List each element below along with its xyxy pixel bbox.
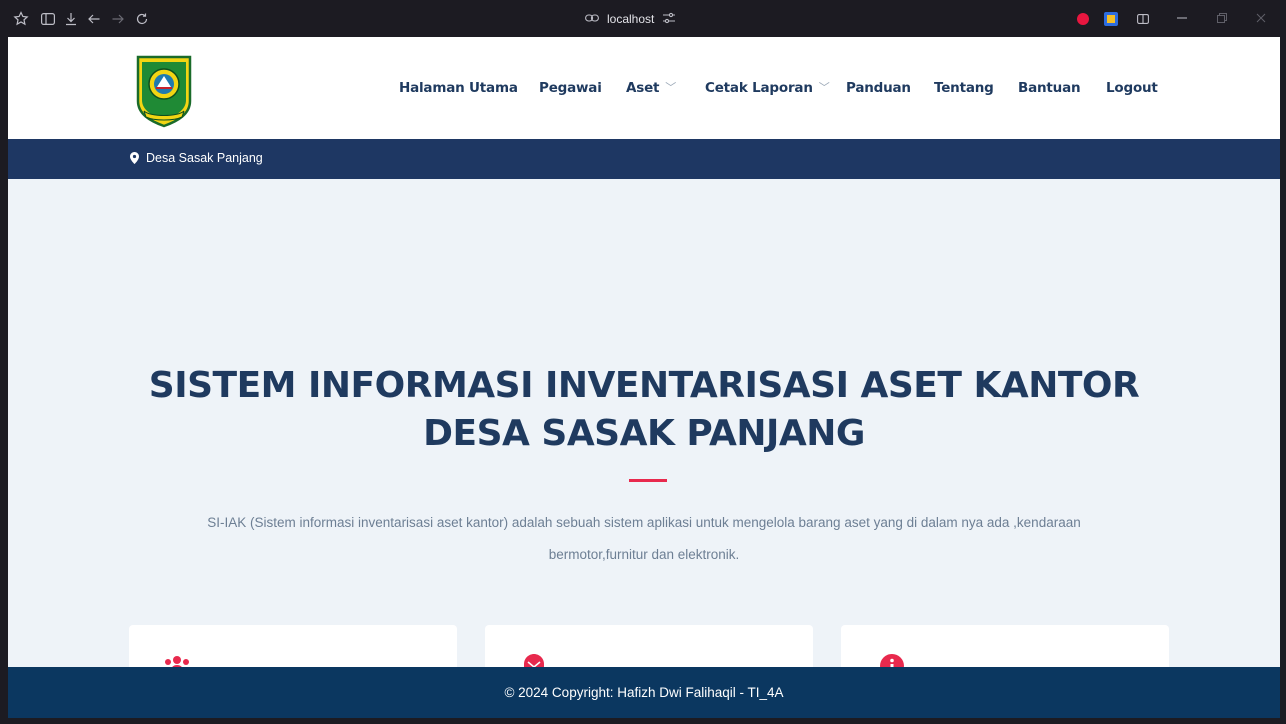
title-divider <box>629 479 667 482</box>
site-footer: © 2024 Copyright: Hafizh Dwi Falihaqil -… <box>8 667 1280 718</box>
nav-cetak-laporan[interactable]: Cetak Laporan ﹀ <box>705 80 830 96</box>
nav-panduan[interactable]: Panduan <box>846 80 911 96</box>
copyright-text: © 2024 Copyright: Hafizh Dwi Falihaqil -… <box>504 685 784 700</box>
hero-description: SI-IAK (Sistem informasi inventarisasi a… <box>207 515 1081 562</box>
split-view-icon[interactable] <box>1135 11 1151 27</box>
location-name: Desa Sasak Panjang <box>146 151 263 165</box>
browser-toolbar: localhost <box>0 0 1286 37</box>
reload-icon[interactable] <box>134 11 150 27</box>
download-icon[interactable] <box>63 11 79 27</box>
map-marker-icon <box>130 152 139 164</box>
site-settings-icon[interactable] <box>662 12 676 27</box>
page-viewport: Halaman Utama Pegawai Aset ﹀ Cetak Lapora… <box>8 37 1280 718</box>
bookmark-star-icon[interactable] <box>13 11 29 27</box>
site-logo[interactable] <box>134 54 194 128</box>
close-icon[interactable] <box>1251 8 1271 28</box>
nav-logout[interactable]: Logout <box>1106 80 1158 96</box>
url-text: localhost <box>607 12 655 26</box>
sidebar-icon[interactable] <box>40 11 56 27</box>
hero-title: SISTEM INFORMASI INVENTARISASI ASET KANT… <box>8 362 1280 458</box>
chevron-down-icon: ﹀ <box>665 81 677 94</box>
nav-halaman-utama[interactable]: Halaman Utama <box>399 80 518 96</box>
nav-tentang[interactable]: Tentang <box>934 80 994 96</box>
extension-download-icon[interactable] <box>1104 12 1118 26</box>
nav-aset[interactable]: Aset ﹀ <box>626 80 676 96</box>
extension-shield-icon[interactable] <box>1077 13 1089 25</box>
hero-title-line-1: SISTEM INFORMASI INVENTARISASI ASET KANT… <box>148 365 1140 406</box>
nav-pegawai[interactable]: Pegawai <box>539 80 602 96</box>
location: Desa Sasak Panjang <box>130 151 263 165</box>
link-icon <box>585 12 599 26</box>
restore-icon[interactable] <box>1212 8 1232 28</box>
minimize-icon[interactable] <box>1172 8 1192 28</box>
location-bar: Desa Sasak Panjang <box>8 139 1280 179</box>
hero-title-line-2: DESA SASAK PANJANG <box>423 413 865 454</box>
forward-arrow-icon[interactable] <box>110 11 126 27</box>
chevron-down-icon: ﹀ <box>818 81 830 94</box>
nav-bantuan[interactable]: Bantuan <box>1018 80 1081 96</box>
back-arrow-icon[interactable] <box>86 11 102 27</box>
site-header: Halaman Utama Pegawai Aset ﹀ Cetak Lapora… <box>8 37 1280 139</box>
address-bar[interactable]: localhost <box>585 11 676 27</box>
